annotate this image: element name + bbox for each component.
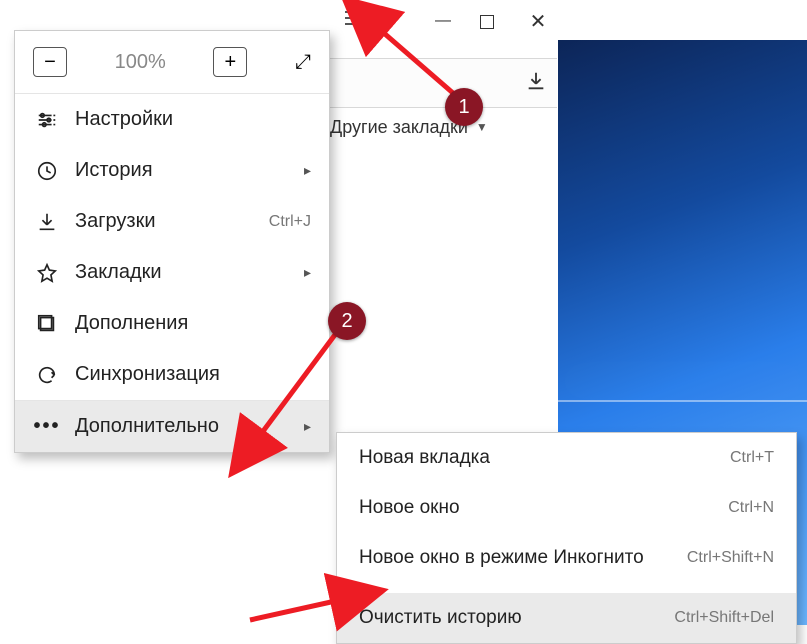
menu-item-sync[interactable]: Синхронизация — [15, 349, 329, 400]
submenu-arrow-icon: ▸ — [304, 418, 311, 435]
submenu-item-new-window[interactable]: Новое окно Ctrl+N — [337, 483, 796, 533]
zoom-in-button[interactable]: + — [213, 47, 247, 77]
submenu-arrow-icon: ▸ — [304, 264, 311, 281]
callout-badge-1: 1 — [445, 88, 483, 126]
shortcut-label: Ctrl+Shift+Del — [674, 609, 774, 627]
hamburger-menu-button[interactable] — [342, 6, 366, 30]
submenu-label: Новое окно — [359, 497, 460, 519]
menu-label: Закладки — [75, 261, 162, 284]
menu-label: История — [75, 159, 153, 182]
callout-badge-2: 2 — [328, 302, 366, 340]
menu-item-bookmarks[interactable]: Закладки ▸ — [15, 247, 329, 298]
sync-icon — [33, 364, 61, 386]
menu-item-settings[interactable]: Настройки — [15, 94, 329, 145]
zoom-value: 100% — [115, 51, 166, 74]
window-close-button[interactable]: ✕ — [525, 8, 551, 34]
star-icon — [33, 262, 61, 284]
shortcut-label: Ctrl+Shift+N — [687, 549, 774, 567]
window-maximize-button[interactable] — [480, 15, 494, 29]
more-icon: ••• — [33, 415, 61, 438]
submenu-label: Очистить историю — [359, 607, 522, 629]
zoom-controls: − 100% + ⤢ — [15, 31, 329, 93]
submenu-item-new-tab[interactable]: Новая вкладка Ctrl+T — [337, 433, 796, 483]
history-icon — [33, 160, 61, 182]
more-submenu: Новая вкладка Ctrl+T Новое окно Ctrl+N Н… — [336, 432, 797, 644]
shortcut-label: Ctrl+N — [728, 499, 774, 517]
submenu-arrow-icon: ▸ — [304, 162, 311, 179]
shortcut-label: Ctrl+T — [730, 449, 774, 467]
window-minimize-button[interactable]: — — [430, 8, 456, 34]
settings-icon — [33, 109, 61, 131]
browser-toolbar — [330, 58, 557, 108]
menu-item-addons[interactable]: Дополнения — [15, 298, 329, 349]
zoom-out-button[interactable]: − — [33, 47, 67, 77]
menu-item-downloads[interactable]: Загрузки Ctrl+J — [15, 196, 329, 247]
menu-item-history[interactable]: История ▸ — [15, 145, 329, 196]
main-menu: − 100% + ⤢ Настройки История ▸ Загрузки … — [14, 30, 330, 453]
submenu-label: Новое окно в режиме Инкогнито — [359, 547, 644, 569]
submenu-item-clear-history[interactable]: Очистить историю Ctrl+Shift+Del — [337, 593, 796, 643]
submenu-item-incognito[interactable]: Новое окно в режиме Инкогнито Ctrl+Shift… — [337, 533, 796, 583]
download-icon — [33, 211, 61, 233]
menu-item-more[interactable]: ••• Дополнительно ▸ — [15, 401, 329, 452]
addons-icon — [33, 313, 61, 335]
menu-label: Настройки — [75, 108, 173, 131]
other-bookmarks-button[interactable]: Другие закладки — [330, 117, 468, 138]
menu-label: Дополнения — [75, 312, 188, 335]
menu-label: Дополнительно — [75, 415, 219, 438]
shortcut-label: Ctrl+J — [269, 213, 311, 231]
menu-label: Загрузки — [75, 210, 156, 233]
downloads-button[interactable] — [525, 70, 547, 97]
dropdown-icon: ▼ — [476, 120, 488, 134]
fullscreen-button[interactable]: ⤢ — [295, 51, 311, 74]
submenu-label: Новая вкладка — [359, 447, 490, 469]
menu-label: Синхронизация — [75, 363, 220, 386]
